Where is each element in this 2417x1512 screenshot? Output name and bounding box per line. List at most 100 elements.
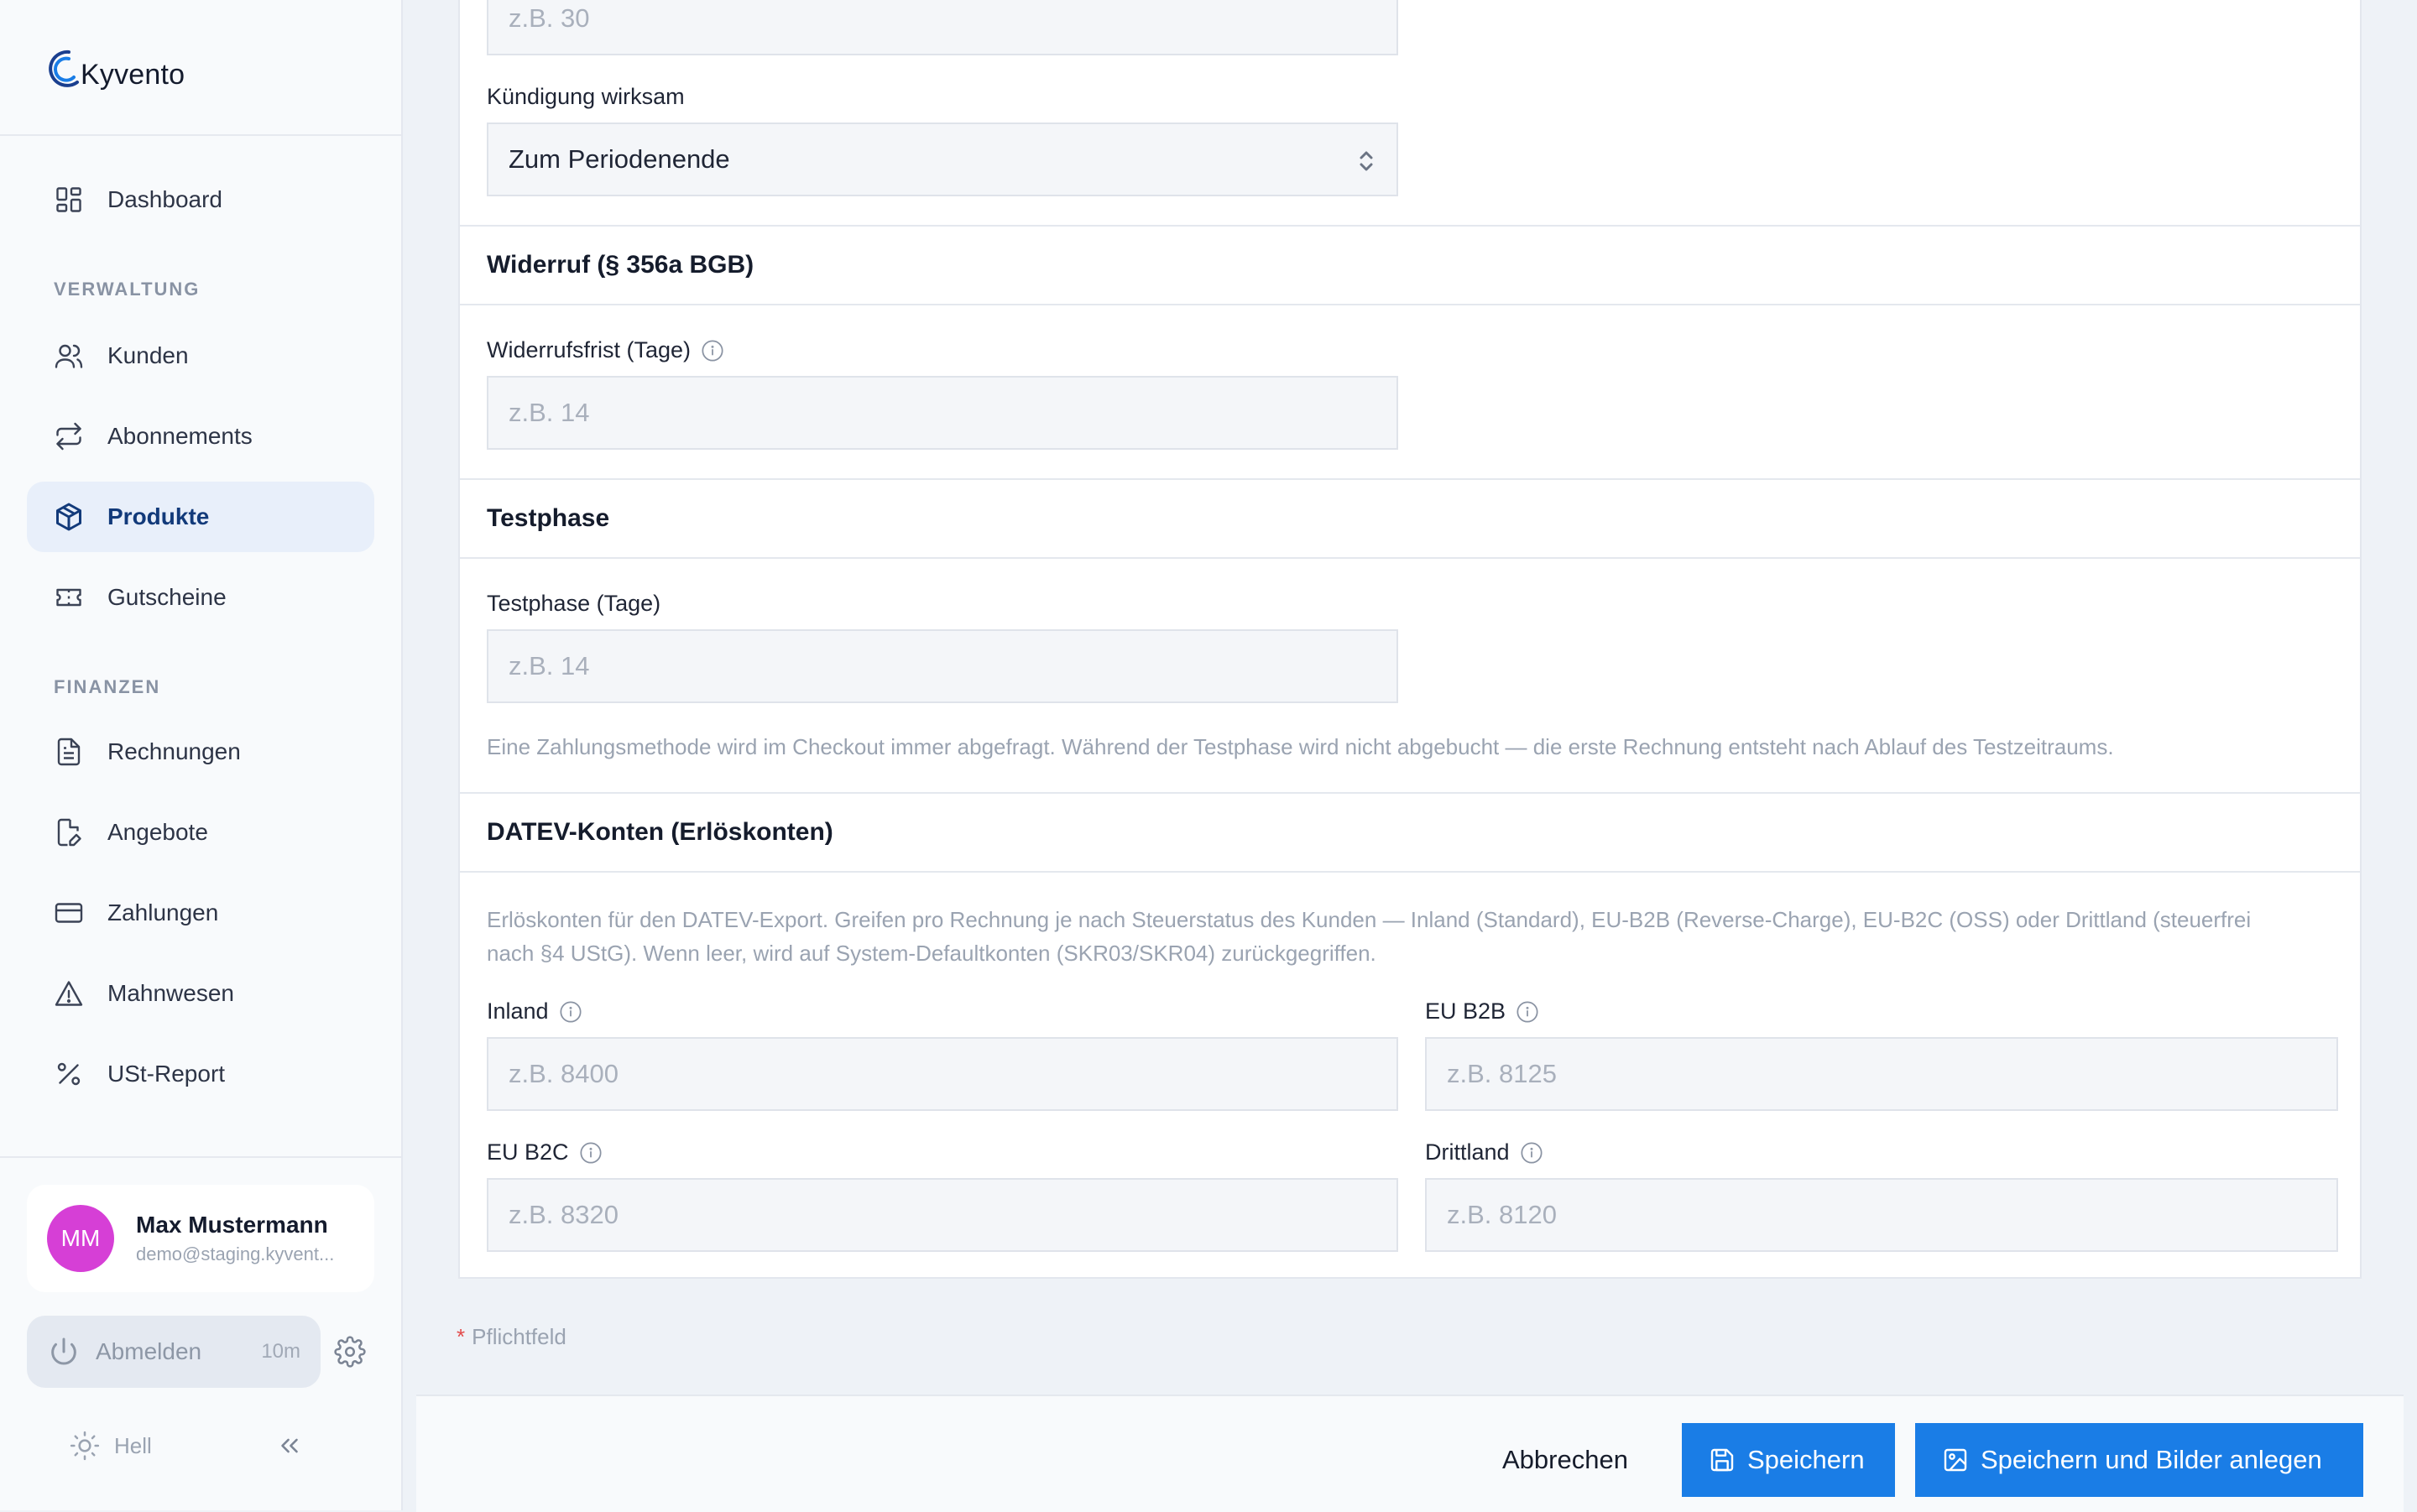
ticket-icon	[52, 581, 86, 614]
user-card[interactable]: MM Max Mustermann demo@staging.kyvent...	[27, 1185, 374, 1292]
save-button[interactable]: Speichern	[1682, 1423, 1895, 1497]
sidebar-item-produkte[interactable]: Produkte	[27, 482, 374, 552]
label-text: Kündigung wirksam	[487, 84, 685, 109]
nav-section-verwaltung: VERWALTUNG	[54, 279, 201, 300]
sidebar-item-label: Mahnwesen	[107, 980, 234, 1006]
chevron-up-down-icon	[1360, 151, 1373, 171]
save-and-create-images-button[interactable]: Speichern und Bilder anlegen	[1915, 1423, 2363, 1497]
section-title: Testphase	[487, 504, 610, 532]
sidebar-item-label: Rechnungen	[107, 738, 241, 764]
trial-period-label: Testphase (Tage)	[487, 591, 660, 617]
drittland-label: Drittland	[1425, 1139, 1543, 1165]
sidebar-item-label: Gutscheine	[107, 584, 227, 610]
sidebar-item-label: Kunden	[107, 342, 189, 368]
kyvento-logo-icon	[49, 50, 79, 87]
session-timer: 10m	[261, 1340, 300, 1363]
nav-section-finanzen: FINANZEN	[54, 676, 161, 697]
info-icon[interactable]	[579, 1141, 603, 1165]
sidebar-item-angebote[interactable]: Angebote	[27, 797, 374, 868]
label-text: EU B2C	[487, 1139, 569, 1165]
gear-icon[interactable]	[334, 1336, 366, 1368]
sun-icon	[70, 1431, 100, 1461]
sidebar-item-kunden[interactable]: Kunden	[27, 321, 374, 391]
percent-icon	[52, 1057, 86, 1091]
sidebar-item-label: Angebote	[107, 819, 208, 845]
datev-hint-line-2: nach §4 UStG). Wenn leer, wird auf Syste…	[487, 941, 1376, 966]
power-icon	[51, 1337, 76, 1365]
eu-b2b-account-input[interactable]	[1425, 1037, 2338, 1111]
brand-name: Kyvento	[81, 58, 185, 91]
sidebar-item-label: Abonnements	[107, 423, 253, 449]
user-meta: Max Mustermann demo@staging.kyvent...	[136, 1212, 334, 1265]
label-text: Testphase (Tage)	[487, 591, 661, 616]
label-text: Inland	[487, 998, 549, 1024]
logout-label: Abmelden	[96, 1338, 202, 1364]
sidebar-divider	[0, 1156, 401, 1158]
logout-button[interactable]: Abmelden 10m	[27, 1316, 321, 1388]
withdrawal-period-input[interactable]	[487, 376, 1398, 450]
sidebar-divider	[0, 134, 401, 136]
required-asterisk: *	[457, 1324, 466, 1349]
notice-period-input[interactable]	[487, 0, 1398, 55]
repeat-icon	[52, 420, 86, 453]
section-datev-header: DATEV-Konten (Erlöskonten)	[460, 792, 2360, 873]
info-icon[interactable]	[1516, 1000, 1539, 1024]
cancellation-effective-select[interactable]: Zum Periodenende	[487, 123, 1398, 196]
sidebar-item-dashboard[interactable]: Dashboard	[27, 164, 374, 235]
eu-b2c-account-input[interactable]	[487, 1178, 1398, 1252]
warning-icon	[52, 977, 86, 1010]
info-icon[interactable]	[701, 339, 724, 362]
user-name: Max Mustermann	[136, 1212, 328, 1238]
sidebar-item-zahlungen[interactable]: Zahlungen	[27, 878, 374, 948]
withdrawal-period-label: Widerrufsfrist (Tage)	[487, 337, 724, 363]
label-text: Widerrufsfrist (Tage)	[487, 337, 692, 362]
inland-label: Inland	[487, 998, 582, 1025]
sidebar-item-label: USt-Report	[107, 1061, 226, 1087]
datev-hint-line-1: Erlöskonten für den DATEV-Export. Greife…	[487, 907, 2252, 932]
sidebar-item-ust-report[interactable]: USt-Report	[27, 1039, 374, 1109]
sidebar-item-gutscheine[interactable]: Gutscheine	[27, 562, 374, 633]
users-icon	[52, 339, 86, 373]
select-value: Zum Periodenende	[509, 144, 730, 174]
user-email: demo@staging.kyvent...	[136, 1243, 335, 1264]
sidebar-item-label: Dashboard	[107, 186, 222, 212]
eu-b2b-label: EU B2B	[1425, 998, 1539, 1025]
theme-toggle[interactable]: Hell	[69, 1430, 152, 1462]
required-note-text: Pflichtfeld	[472, 1324, 566, 1349]
save-images-label: Speichern und Bilder anlegen	[1981, 1445, 2322, 1474]
section-widerruf-header: Widerruf (§ 356a BGB)	[460, 225, 2360, 305]
cancellation-effective-label: Kündigung wirksam	[487, 84, 685, 110]
dashboard-icon	[52, 183, 86, 216]
sidebar-item-rechnungen[interactable]: Rechnungen	[27, 717, 374, 787]
trial-period-input[interactable]	[487, 629, 1398, 703]
brand-logo[interactable]: Kyvento	[44, 44, 185, 94]
product-form-card: Kündigung wirksam Zum Periodenende Wider…	[458, 0, 2362, 1279]
credit-card-icon	[52, 896, 86, 930]
label-text: Drittland	[1425, 1139, 1510, 1165]
sidebar-item-mahnwesen[interactable]: Mahnwesen	[27, 958, 374, 1029]
trial-hint: Eine Zahlungsmethode wird im Checkout im…	[487, 734, 2114, 759]
section-title: Widerruf (§ 356a BGB)	[487, 251, 754, 279]
cancel-button[interactable]: Abbrechen	[1485, 1424, 1645, 1496]
inland-account-input[interactable]	[487, 1037, 1398, 1111]
chevrons-left-icon[interactable]	[275, 1431, 304, 1460]
info-icon[interactable]	[559, 1000, 582, 1024]
file-edit-icon	[52, 816, 86, 849]
image-icon	[1944, 1448, 1967, 1472]
save-icon	[1710, 1448, 1734, 1472]
section-title: DATEV-Konten (Erlöskonten)	[487, 818, 833, 846]
sidebar: Kyvento Dashboard VERWALTUNG Kunden Abon…	[0, 0, 403, 1510]
drittland-account-input[interactable]	[1425, 1178, 2338, 1252]
save-label: Speichern	[1747, 1445, 1865, 1474]
sidebar-item-label: Zahlungen	[107, 899, 219, 925]
info-icon[interactable]	[1520, 1141, 1543, 1165]
sidebar-item-abonnements[interactable]: Abonnements	[27, 401, 374, 472]
eu-b2c-label: EU B2C	[487, 1139, 603, 1165]
section-testphase-header: Testphase	[460, 478, 2360, 559]
theme-label: Hell	[114, 1432, 152, 1458]
sidebar-item-label: Produkte	[107, 503, 210, 529]
avatar: MM	[47, 1205, 114, 1272]
file-text-icon	[52, 735, 86, 769]
required-note: * Pflichtfeld	[457, 1324, 566, 1350]
box-icon	[52, 500, 86, 534]
